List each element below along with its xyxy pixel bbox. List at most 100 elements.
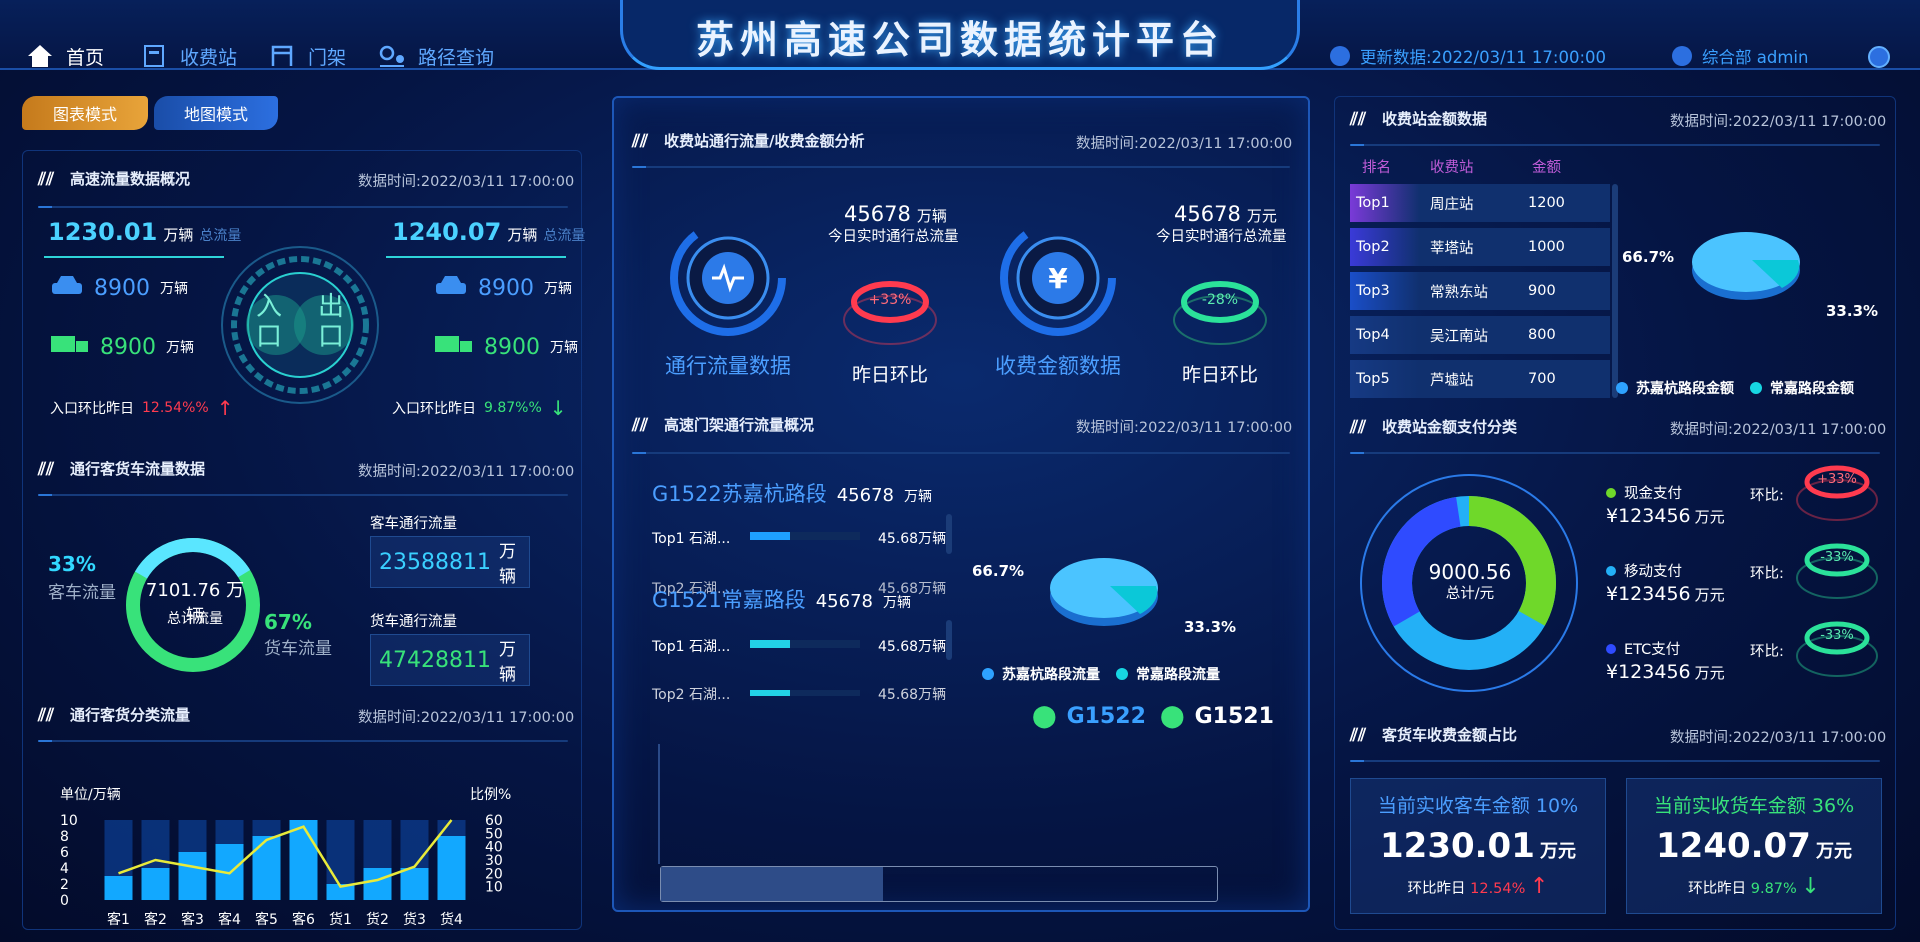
scrollbar[interactable] [946, 620, 952, 660]
road-icon: ⫽⫽ [38, 168, 55, 190]
legend-dot [1116, 668, 1128, 680]
gantry-time: 数据时间:2022/03/11 17:00:00 [1076, 420, 1293, 436]
table-row[interactable]: Top3 常熟东站 900 [1350, 272, 1610, 310]
gantry-title: ⫽⫽ 高速门架通行流量概况 [632, 414, 815, 436]
road-icon: ⫽⫽ [1350, 724, 1367, 746]
money-ratio-label: 昨日环比 [1181, 364, 1258, 386]
segment-g1522: G1522苏嘉杭路段 45678 万辆 [652, 482, 932, 506]
table-cell: 周庄站 [1430, 196, 1474, 213]
table-cell: 芦墟站 [1430, 372, 1474, 389]
table-row[interactable]: Top4 吴江南站 800 [1350, 316, 1610, 354]
y-tick-label: 0 [60, 893, 69, 909]
table-cell: 800 [1528, 327, 1556, 343]
nav-route-query[interactable]: 路径查询 [378, 36, 494, 76]
segment-g1521: G1521常嘉路段 45678 万辆 [652, 588, 911, 612]
truck-pct: 67% [264, 610, 312, 634]
zoom-slider[interactable] [660, 866, 1218, 902]
divider [44, 256, 224, 258]
table-cell: 900 [1528, 283, 1556, 299]
cls-time: 数据时间:2022/03/11 17:00:00 [358, 710, 575, 726]
table-header: 排名 收费站 金额 [1362, 160, 1561, 176]
road-icon: ⫽⫽ [632, 130, 649, 152]
legend-dot [1750, 382, 1762, 394]
pc-time: 数据时间:2022/03/11 17:00:00 [358, 464, 575, 480]
page-title: 苏州高速公司数据统计平台 [695, 17, 1224, 62]
arrow-down-icon: ↓ [1801, 874, 1820, 899]
nav-gantry[interactable]: 门架 [268, 36, 346, 76]
cls-title: ⫽⫽ 通行客货分类流量 [38, 704, 191, 726]
gate-in-label: 入口 [255, 292, 282, 352]
clock-icon [1330, 46, 1350, 66]
x-tick-label: 货2 [366, 911, 389, 928]
x-tick-label: 货1 [329, 911, 352, 928]
scrollbar[interactable] [1612, 184, 1618, 398]
table-row[interactable]: Top5 芦墟站 700 [1350, 360, 1610, 398]
pass-pct: 33% [48, 552, 96, 576]
legend: 苏嘉杭路段金额 常嘉路段金额 [1616, 378, 1854, 398]
road-icon: ⫽⫽ [632, 414, 649, 436]
amount-title: ⫽⫽ 收费站金额数据 [1350, 108, 1488, 130]
flow-time: 数据时间:2022/03/11 17:00:00 [1076, 136, 1293, 152]
table-cell: 吴江南站 [1430, 328, 1488, 345]
legend: 苏嘉杭路段流量 常嘉路段流量 [982, 664, 1220, 684]
nav-toll-station[interactable]: 收费站 [140, 36, 237, 76]
progress-track [750, 640, 860, 648]
in-out-gauge [221, 246, 379, 404]
zoom-slider-range[interactable] [661, 867, 883, 901]
ratio-value: -33% [1820, 628, 1854, 643]
bar [400, 868, 429, 900]
y-tick-label: 2 [60, 877, 69, 893]
road-icon: ⫽⫽ [38, 704, 55, 726]
pc-total-label: 总计流量 [167, 611, 223, 627]
table-cell: Top2 [1356, 239, 1390, 255]
list-item: Top2 石湖... [652, 687, 731, 703]
ratio-label: 环比: [1750, 488, 1784, 504]
truck-share-card: 当前实收货车金额 36% 1240.07 万元 环比昨日 9.87% ↓ [1626, 778, 1882, 914]
pay-title: ⫽⫽ 收费站金额支付分类 [1350, 416, 1518, 438]
table-cell: 1200 [1528, 195, 1565, 211]
map-mode-button[interactable]: 地图模式 [154, 96, 278, 130]
list-item: Top1 石湖... [652, 639, 731, 655]
progress-track [750, 690, 860, 696]
divider [1350, 760, 1880, 762]
class-bar-chart: 0246810102030405060客1 客2 客3 客4 客5 客6 货1 货2 货3 货4 [60, 813, 503, 928]
map-marker-g1522[interactable]: ⬤ G1522 [1032, 704, 1146, 729]
table-row[interactable]: Top1 周庄站 1200 [1350, 184, 1610, 222]
chart-y2label: 比例% [470, 787, 512, 803]
scrollbar[interactable] [946, 514, 952, 554]
power-icon[interactable] [1868, 46, 1890, 68]
ratio-ring [1796, 543, 1878, 599]
y2-tick-label: 60 [485, 813, 503, 829]
gantry-icon [268, 42, 296, 70]
x-tick-label: 客5 [255, 911, 278, 928]
pass-label: 客车流量 [48, 583, 116, 603]
divider [1350, 452, 1880, 454]
x-tick-label: 货3 [403, 911, 426, 928]
pay-time: 数据时间:2022/03/11 17:00:00 [1670, 422, 1887, 438]
pc-title: ⫽⫽ 通行客货车流量数据 [38, 458, 206, 480]
divider [632, 166, 1290, 168]
header: 苏州高速公司数据统计平台 首页 收费站 门架 路径查询 更新数据:2022/03… [0, 0, 1920, 72]
ratio-value: -33% [1820, 550, 1854, 565]
flow-title: ⫽⫽ 收费站通行流量/收费金额分析 [632, 130, 865, 152]
legend-dot [982, 668, 994, 680]
chart-mode-button[interactable]: 图表模式 [22, 96, 148, 130]
table-row[interactable]: Top2 莘塔站 1000 [1350, 228, 1610, 266]
user-info[interactable]: 综合部 admin [1672, 44, 1808, 68]
home-icon [26, 42, 54, 70]
x-tick-label: 货4 [440, 911, 463, 928]
divider [38, 740, 568, 742]
list-value: 45.68万辆 [878, 639, 947, 655]
pie-label-a: 66.7% [972, 562, 1025, 580]
in-ratio: 入口环比昨日 12.54%% ↑ [50, 396, 234, 420]
flow-ratio: +33% [868, 292, 912, 308]
money-ratio: -28% [1201, 292, 1239, 308]
truck-label: 货车流量 [264, 639, 332, 659]
nav-home[interactable]: 首页 [26, 36, 104, 76]
car-icon [50, 274, 84, 302]
x-tick-label: 客3 [181, 911, 204, 928]
bar [289, 820, 318, 900]
map-marker-g1521[interactable]: ⬤ G1521 [1160, 704, 1274, 729]
station-icon [140, 42, 168, 70]
truck-out: 8900 万辆 [434, 332, 578, 362]
